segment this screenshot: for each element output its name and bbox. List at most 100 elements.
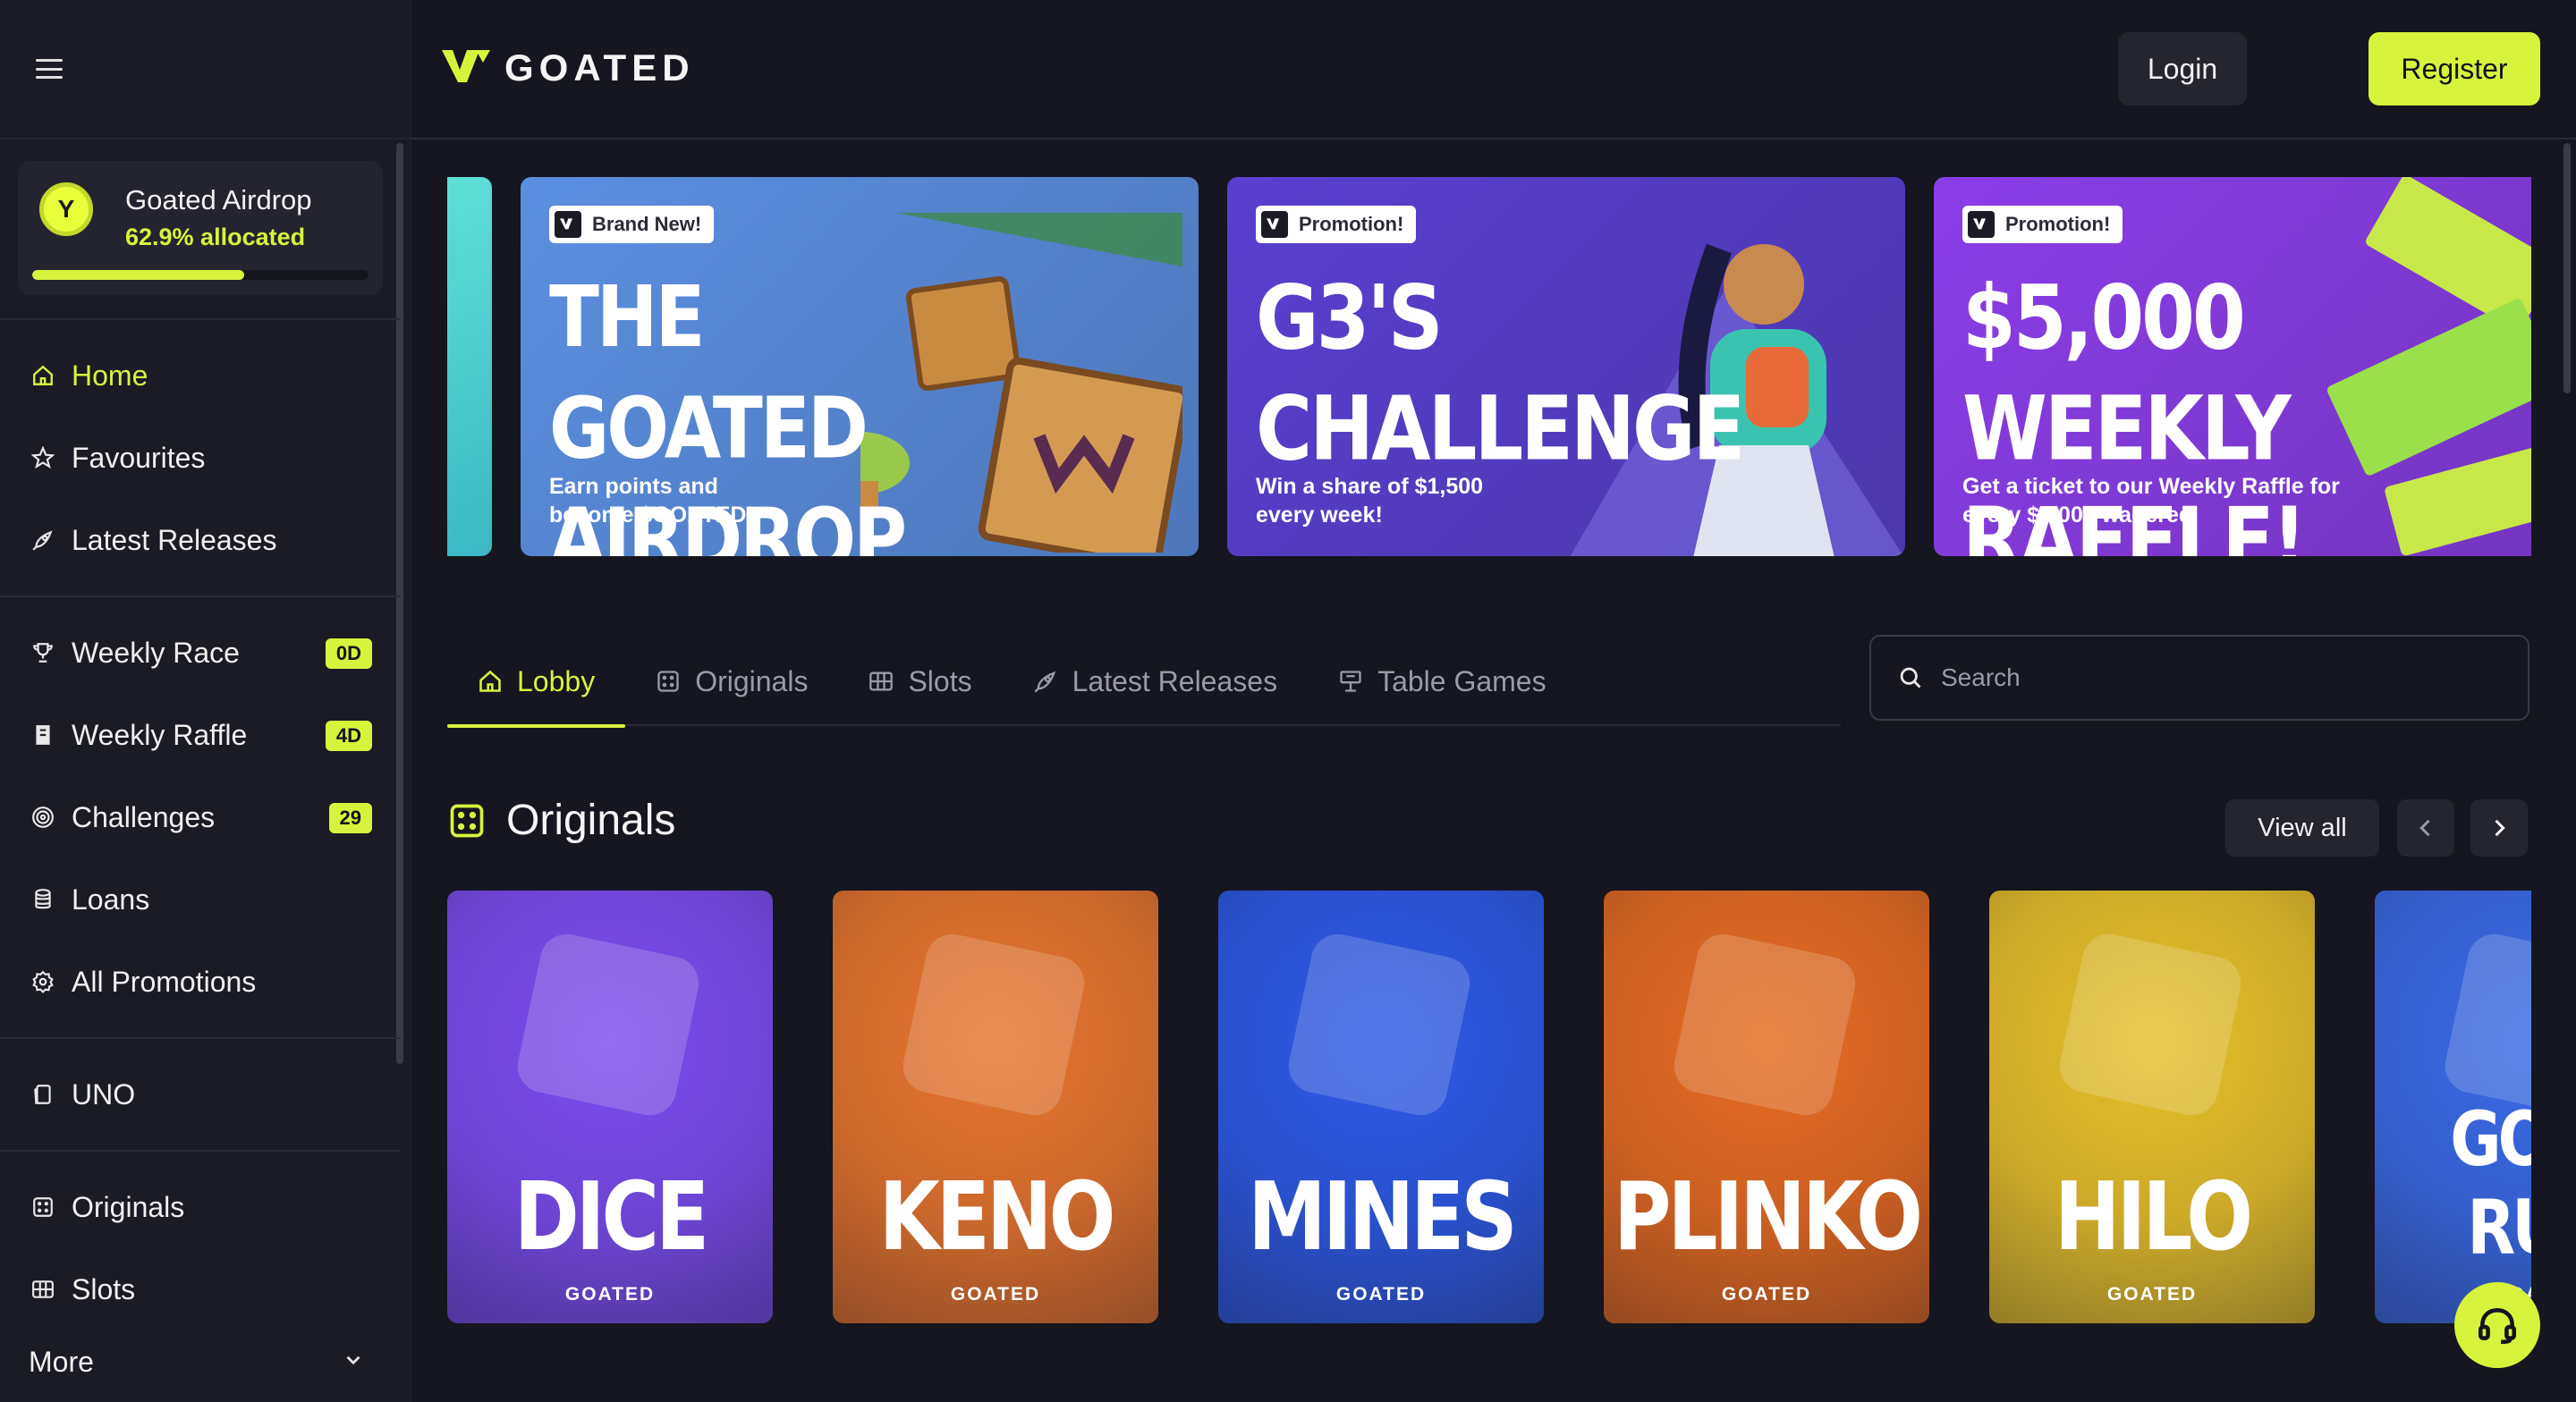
banner-partial[interactable] — [447, 177, 492, 556]
tab-label: Slots — [908, 664, 972, 697]
airdrop-title: Goated Airdrop — [125, 184, 312, 215]
banner-tag-label: Promotion! — [1299, 213, 1404, 235]
sidebar-item-challenges[interactable]: Challenges 29 — [0, 776, 401, 858]
rocket-icon — [30, 528, 55, 553]
sidebar-item-label: Originals — [72, 1190, 185, 1223]
search-input[interactable] — [1941, 663, 2478, 692]
game-category-tabs: Lobby Originals Slots Latest Releases Ta… — [447, 637, 1841, 728]
game-title: DICE — [513, 1161, 709, 1271]
game-card[interactable]: MINES GOATED — [1218, 891, 1544, 1323]
dice-icon — [30, 1195, 55, 1220]
banner-raffle[interactable]: Promotion! $5,000 WEEKLY RAFFLE! Get a t… — [1934, 177, 2531, 556]
sidebar-item-weekly-raffle[interactable]: Weekly Raffle 4D — [0, 694, 401, 776]
airdrop-progress-bar — [32, 270, 369, 280]
banner-airdrop[interactable]: Brand New! THE GOATED AIRDROP Earn point… — [521, 177, 1199, 556]
brand-logo[interactable]: GOATED — [440, 46, 695, 89]
game-brand: GOATED — [1335, 1284, 1427, 1305]
view-all-button[interactable]: View all — [2225, 799, 2379, 857]
banner-challenge[interactable]: Promotion! G3'S CHALLENGE Win a share of… — [1227, 177, 1905, 556]
sidebar-divider — [0, 1037, 401, 1039]
game-card[interactable]: PLINKO GOATED — [1604, 891, 1929, 1323]
tab-originals[interactable]: Originals — [625, 637, 838, 726]
section-title: Originals — [506, 797, 676, 844]
sidebar-promo-nav: Weekly Race 0D Weekly Raffle 4D Challeng… — [0, 612, 401, 1023]
airdrop-card[interactable]: Y Goated Airdrop 62.9% allocated — [18, 161, 383, 295]
login-button[interactable]: Login — [2118, 32, 2247, 106]
tab-latest-releases[interactable]: Latest Releases — [1003, 637, 1308, 726]
game-title: PLINKO — [1613, 1161, 1923, 1271]
banner-subtitle: Earn points and become $GOATED! — [549, 474, 754, 528]
sidebar-item-all-promotions[interactable]: All Promotions — [0, 941, 401, 1023]
countdown-badge: 0D — [325, 638, 372, 669]
sidebar-item-label: Loans — [72, 883, 150, 916]
banner-tag: Brand New! — [549, 206, 715, 243]
tab-label: Latest Releases — [1072, 664, 1278, 697]
sidebar-item-slots[interactable]: Slots — [0, 1248, 401, 1330]
dice-icon — [657, 671, 679, 692]
headset-icon — [2478, 1308, 2517, 1345]
carousel-prev-button[interactable] — [2397, 799, 2454, 857]
game-title: KENO — [878, 1161, 1116, 1271]
goat-logo-icon — [1261, 211, 1288, 238]
goat-logo-icon — [1968, 211, 1995, 238]
home-icon — [479, 670, 501, 692]
tab-label: Originals — [695, 664, 809, 697]
sidebar-item-home[interactable]: Home — [0, 334, 401, 417]
star-icon — [30, 445, 55, 470]
cards-icon — [30, 1082, 55, 1107]
sidebar-item-weekly-race[interactable]: Weekly Race 0D — [0, 612, 401, 694]
airdrop-allocated: 62.9% allocated — [125, 224, 306, 250]
banner-subtitle: Win a share of $1,500 every week! — [1256, 474, 1484, 528]
sidebar-more-label: More — [29, 1345, 94, 1378]
game-card[interactable]: GOAT RUNGOATED — [2375, 891, 2531, 1323]
top-header: GOATED Login Register — [411, 0, 2576, 139]
game-brand: GOATED — [2106, 1284, 2198, 1305]
menu-icon[interactable] — [36, 59, 63, 79]
chevron-right-icon — [2495, 819, 2505, 837]
tab-table-games[interactable]: Table Games — [1308, 637, 1577, 726]
banner-headline: G3'S CHALLENGE — [1256, 266, 1745, 481]
game-card[interactable]: DICE GOATED — [447, 891, 773, 1323]
sidebar-item-originals[interactable]: Originals — [0, 1166, 401, 1248]
game-title: HILO — [2054, 1161, 2253, 1271]
support-chat-button[interactable] — [2454, 1282, 2540, 1368]
countdown-badge: 4D — [325, 721, 372, 751]
main-scrollbar[interactable] — [2563, 143, 2571, 393]
sidebar-item-favourites[interactable]: Favourites — [0, 417, 401, 499]
coins-icon — [30, 887, 55, 912]
sidebar-item-uno[interactable]: UNO — [0, 1053, 401, 1136]
sidebar-item-label: Challenges — [72, 800, 216, 833]
trophy-icon — [30, 640, 55, 665]
game-card[interactable]: HILO GOATED — [1989, 891, 2315, 1323]
airdrop-progress-fill — [32, 270, 244, 280]
game-brand: GOATED — [564, 1284, 656, 1305]
game-art — [513, 929, 704, 1120]
game-search[interactable] — [1869, 635, 2529, 721]
banner-tag-label: Promotion! — [2005, 213, 2111, 235]
game-brand: GOATED — [1721, 1284, 1812, 1305]
tab-slots[interactable]: Slots — [838, 637, 1002, 726]
sidebar-item-label: Weekly Raffle — [72, 718, 248, 751]
tab-label: Lobby — [517, 664, 596, 697]
banner-tag-label: Brand New! — [592, 213, 702, 235]
sidebar-divider — [0, 595, 401, 597]
tab-lobby[interactable]: Lobby — [447, 637, 626, 728]
game-art — [2055, 929, 2246, 1120]
game-card[interactable]: KENO GOATED — [833, 891, 1158, 1323]
originals-section-header: Originals — [447, 796, 675, 845]
ticket-icon — [30, 722, 55, 747]
sidebar: Y Goated Airdrop 62.9% allocated Home Fa… — [0, 0, 411, 1402]
chevron-left-icon — [2419, 819, 2430, 837]
sidebar-item-label: All Promotions — [72, 965, 257, 998]
home-icon — [30, 363, 55, 388]
sidebar-more-toggle[interactable]: More — [0, 1330, 401, 1393]
search-icon — [1900, 667, 1921, 688]
game-brand: GOATED — [950, 1284, 1041, 1305]
carousel-next-button[interactable] — [2470, 799, 2528, 857]
sidebar-item-latest-releases[interactable]: Latest Releases — [0, 499, 401, 581]
game-art — [1284, 929, 1475, 1120]
airdrop-coin-icon: Y — [39, 182, 93, 236]
register-button[interactable]: Register — [2368, 32, 2540, 106]
sidebar-item-loans[interactable]: Loans — [0, 858, 401, 941]
banner-tag: Promotion! — [1256, 206, 1417, 243]
